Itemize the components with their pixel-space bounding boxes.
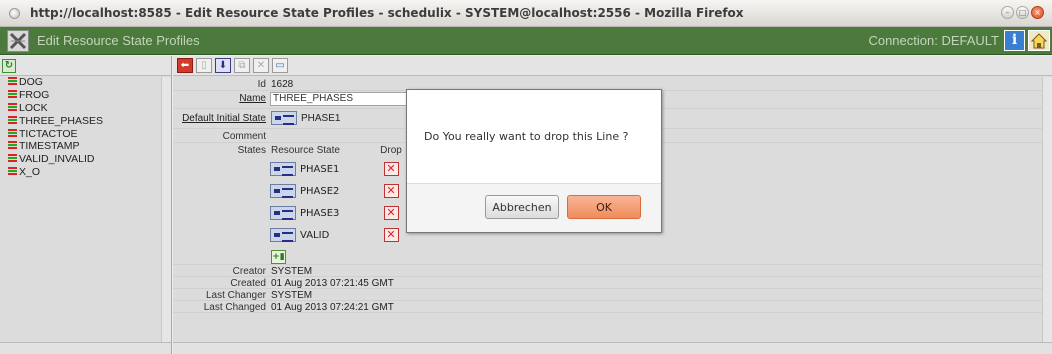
window-controls: – □ × xyxy=(1001,6,1044,19)
window-menu-icon[interactable] xyxy=(9,7,20,19)
drop-icon[interactable]: ✕ xyxy=(383,184,399,198)
left-pane: ↻ DOG FROG LOCK THREE_PHASES TICTACTOE T… xyxy=(0,56,172,354)
created-row: Created 01 Aug 2013 07:21:45 GMT xyxy=(173,277,1052,289)
states-table-header: Resource State Drop xyxy=(270,143,403,158)
list-item[interactable]: LOCK xyxy=(0,102,171,115)
resource-state-column-header: Resource State xyxy=(271,145,340,156)
list-item[interactable]: X_O xyxy=(0,166,171,179)
id-label: Id xyxy=(257,79,266,90)
profile-icon xyxy=(8,77,17,87)
app-title: Edit Resource State Profiles xyxy=(37,33,200,48)
state-name: PHASE3 xyxy=(300,207,340,219)
table-row: PHASE3 ✕ xyxy=(270,202,403,224)
state-name: PHASE2 xyxy=(300,185,340,197)
cancel-button[interactable]: Abbrechen xyxy=(485,195,559,219)
last-changer-value: SYSTEM xyxy=(271,290,313,301)
resource-state-icon xyxy=(270,184,296,198)
comment-icon[interactable]: ▭ xyxy=(272,58,288,73)
confirm-dialog: Do You really want to drop this Line ? A… xyxy=(406,89,662,233)
created-label: Created xyxy=(230,278,266,289)
profile-icon xyxy=(8,115,17,126)
profile-icon xyxy=(8,166,17,177)
back-arrow-icon[interactable]: ⬅ xyxy=(177,58,193,73)
left-horizontal-scrollbar[interactable] xyxy=(0,342,171,354)
profile-icon xyxy=(8,128,17,139)
resource-state-icon xyxy=(270,228,296,242)
state-name: PHASE1 xyxy=(300,163,340,175)
profile-icon xyxy=(8,102,17,113)
resource-state-icon xyxy=(271,111,297,125)
created-value: 01 Aug 2013 07:21:45 GMT xyxy=(271,278,394,289)
default-state-value[interactable]: PHASE1 xyxy=(271,111,340,128)
refresh-icon[interactable]: ↻ xyxy=(2,58,16,73)
last-changed-value: 01 Aug 2013 07:24:21 GMT xyxy=(271,302,394,313)
info-icon[interactable]: i xyxy=(1004,30,1025,51)
last-changer-row: Last Changer SYSTEM xyxy=(173,289,1052,301)
states-table: Resource State Drop PHASE1 ✕ PHASE2 ✕ PH… xyxy=(270,143,403,268)
comment-label: Comment xyxy=(222,131,266,142)
last-changed-row: Last Changed 01 Aug 2013 07:24:21 GMT xyxy=(173,301,1052,313)
table-row: PHASE1 ✕ xyxy=(270,158,403,180)
default-state-label[interactable]: Default Initial State xyxy=(182,113,266,124)
creator-row: Creator SYSTEM xyxy=(173,265,1052,277)
list-item[interactable]: TICTACTOE xyxy=(0,127,171,140)
new-document-icon[interactable]: ▯ xyxy=(196,58,212,73)
profile-icon xyxy=(8,154,17,164)
list-item[interactable]: VALID_INVALID xyxy=(0,153,171,166)
dialog-message: Do You really want to drop this Line ? xyxy=(407,90,661,184)
creator-value: SYSTEM xyxy=(271,266,313,277)
states-label: States xyxy=(237,145,266,156)
drop-icon[interactable]: ✕ xyxy=(383,162,399,176)
last-changed-label: Last Changed xyxy=(203,302,266,313)
list-item[interactable]: TIMESTAMP xyxy=(0,140,171,153)
left-toolbar: ↻ xyxy=(0,56,171,76)
id-value: 1628 xyxy=(271,79,294,90)
ok-button[interactable]: OK xyxy=(567,195,641,219)
app-header: Edit Resource State Profiles Connection:… xyxy=(0,27,1052,55)
save-icon[interactable]: ⬇ xyxy=(215,58,231,73)
close-icon[interactable]: × xyxy=(1031,6,1044,19)
connection-label: Connection: DEFAULT xyxy=(868,33,999,48)
delete-icon[interactable]: ✕ xyxy=(253,58,269,73)
right-horizontal-scrollbar[interactable] xyxy=(173,342,1052,354)
table-row: PHASE2 ✕ xyxy=(270,180,403,202)
table-row: VALID ✕ xyxy=(270,224,403,246)
list-item[interactable]: FROG xyxy=(0,89,171,102)
detail-toolbar: ⬅ ▯ ⬇ ⧉ ✕ ▭ xyxy=(173,56,1052,76)
profile-icon xyxy=(8,90,17,100)
maximize-icon[interactable]: □ xyxy=(1016,6,1029,19)
list-item[interactable]: DOG xyxy=(0,76,171,89)
resource-state-icon xyxy=(270,206,296,220)
drop-icon[interactable]: ✕ xyxy=(383,206,399,220)
minimize-icon[interactable]: – xyxy=(1001,6,1014,19)
window-titlebar: http://localhost:8585 - Edit Resource St… xyxy=(0,0,1052,27)
home-icon[interactable] xyxy=(1028,30,1050,51)
state-name: VALID xyxy=(300,229,330,241)
name-input[interactable]: THREE_PHASES xyxy=(270,92,410,106)
right-vertical-scrollbar[interactable] xyxy=(1042,77,1052,342)
add-state-icon[interactable]: +▮ xyxy=(271,250,286,264)
resource-state-icon xyxy=(270,162,296,176)
drop-column-header: Drop xyxy=(380,145,402,156)
profile-icon xyxy=(8,141,17,151)
window-title: http://localhost:8585 - Edit Resource St… xyxy=(30,6,744,20)
last-changer-label: Last Changer xyxy=(205,290,266,301)
name-label[interactable]: Name xyxy=(239,93,266,104)
app-logo-icon xyxy=(7,29,29,52)
list-item[interactable]: THREE_PHASES xyxy=(0,114,171,127)
left-vertical-scrollbar[interactable] xyxy=(161,77,171,342)
profile-list: DOG FROG LOCK THREE_PHASES TICTACTOE TIM… xyxy=(0,76,171,178)
drop-icon[interactable]: ✕ xyxy=(383,228,399,242)
copy-icon[interactable]: ⧉ xyxy=(234,58,250,73)
creator-label: Creator xyxy=(232,266,266,277)
